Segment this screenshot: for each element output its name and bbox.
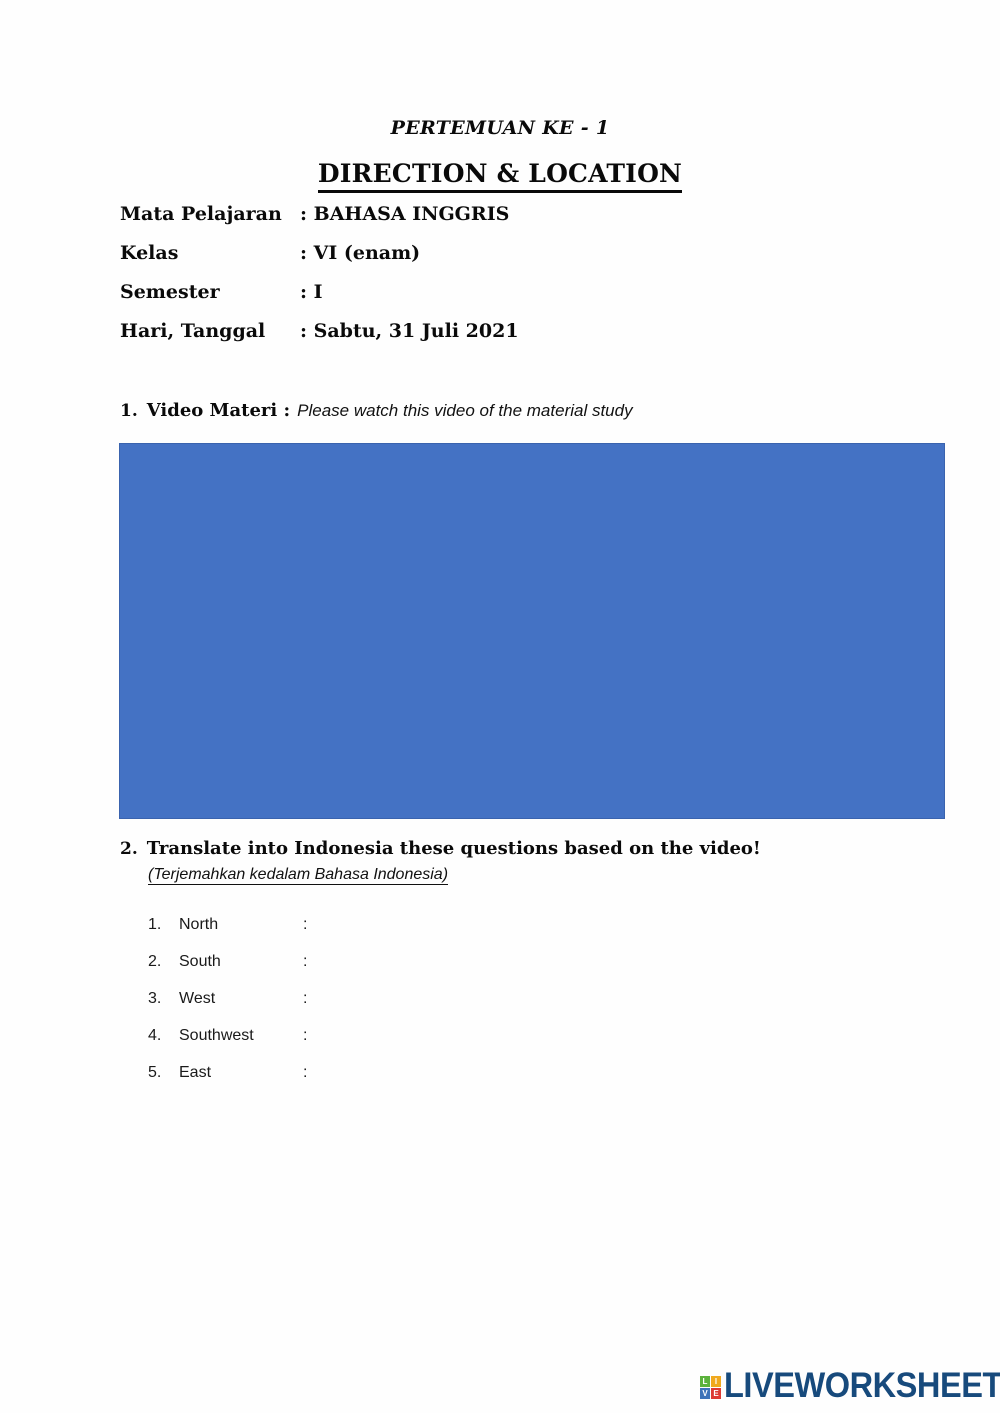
meta-label-semester: Semester	[120, 281, 220, 303]
list-item-colon: :	[303, 990, 308, 1007]
section-1-heading: 1. Video Materi : Please watch this vide…	[120, 400, 633, 421]
meta-label-subject: Mata Pelajaran	[120, 203, 282, 225]
meta-value-class: : VI (enam)	[300, 242, 421, 264]
list-item-number: 2.	[148, 953, 162, 970]
meta-label-date: Hari, Tanggal	[120, 320, 266, 342]
list-item-number: 1.	[148, 916, 162, 933]
section-2-heading: 2. Translate into Indonesia these questi…	[120, 838, 761, 859]
list-item-number: 4.	[148, 1027, 162, 1044]
meta-value-semester: : I	[300, 281, 323, 303]
list-item-label: West	[179, 990, 216, 1007]
list-item: 2. South :	[148, 953, 548, 990]
list-item-colon: :	[303, 953, 308, 970]
liveworksheets-wordmark: LIVEWORKSHEETS	[724, 1366, 1000, 1405]
meta-value-subject: : BAHASA INGGRIS	[300, 203, 510, 225]
liveworksheets-logo: L I V E LIVEWORKSHEETS	[700, 1368, 1000, 1403]
meta-row: Kelas : VI (enam)	[120, 242, 820, 281]
page-title-text: DIRECTION & LOCATION	[317, 159, 683, 193]
list-item-number: 3.	[148, 990, 162, 1007]
list-item-colon: :	[303, 1064, 308, 1081]
section-1-number: 1.	[120, 401, 138, 421]
page-title: DIRECTION & LOCATION	[0, 159, 1000, 193]
list-item-label: Southwest	[179, 1027, 254, 1044]
section-2-subheading: (Terjemahkan kedalam Bahasa Indonesia)	[148, 866, 449, 885]
worksheet-page: PERTEMUAN KE - 1 DIRECTION & LOCATION Ma…	[0, 0, 1000, 1413]
logo-tile-e: E	[711, 1388, 721, 1399]
meta-row: Mata Pelajaran : BAHASA INGGRIS	[120, 203, 820, 242]
list-item-label: East	[179, 1064, 212, 1081]
list-item-number: 5.	[148, 1064, 162, 1081]
translation-question-list: 1. North : 2. South : 3. West : 4. South…	[148, 916, 548, 1101]
list-item-colon: :	[303, 916, 308, 933]
meta-row: Hari, Tanggal : Sabtu, 31 Juli 2021	[120, 320, 820, 359]
section-2-number: 2.	[120, 839, 138, 859]
section-1-label: Video Materi :	[146, 400, 291, 421]
meta-value-date: : Sabtu, 31 Juli 2021	[300, 320, 519, 342]
logo-tile-i: I	[711, 1376, 721, 1387]
video-player-placeholder[interactable]	[119, 443, 945, 819]
lesson-meta-block: Mata Pelajaran : BAHASA INGGRIS Kelas : …	[120, 203, 820, 359]
section-1-instruction: Please watch this video of the material …	[297, 401, 633, 420]
list-item-colon: :	[303, 1027, 308, 1044]
meta-row: Semester : I	[120, 281, 820, 320]
logo-tile-v: V	[700, 1388, 710, 1399]
list-item-label: North	[179, 916, 219, 933]
list-item: 3. West :	[148, 990, 548, 1027]
list-item: 4. Southwest :	[148, 1027, 548, 1064]
logo-tile-l: L	[700, 1376, 710, 1387]
list-item: 1. North :	[148, 916, 548, 953]
list-item: 5. East :	[148, 1064, 548, 1101]
meeting-title: PERTEMUAN KE - 1	[390, 117, 610, 139]
list-item-label: South	[179, 953, 221, 970]
section-2-subheading-text: (Terjemahkan kedalam Bahasa Indonesia)	[148, 866, 449, 885]
section-2-label: Translate into Indonesia these questions…	[146, 838, 761, 859]
liveworksheets-logo-tiles-icon: L I V E	[700, 1376, 721, 1399]
meta-label-class: Kelas	[120, 242, 179, 264]
